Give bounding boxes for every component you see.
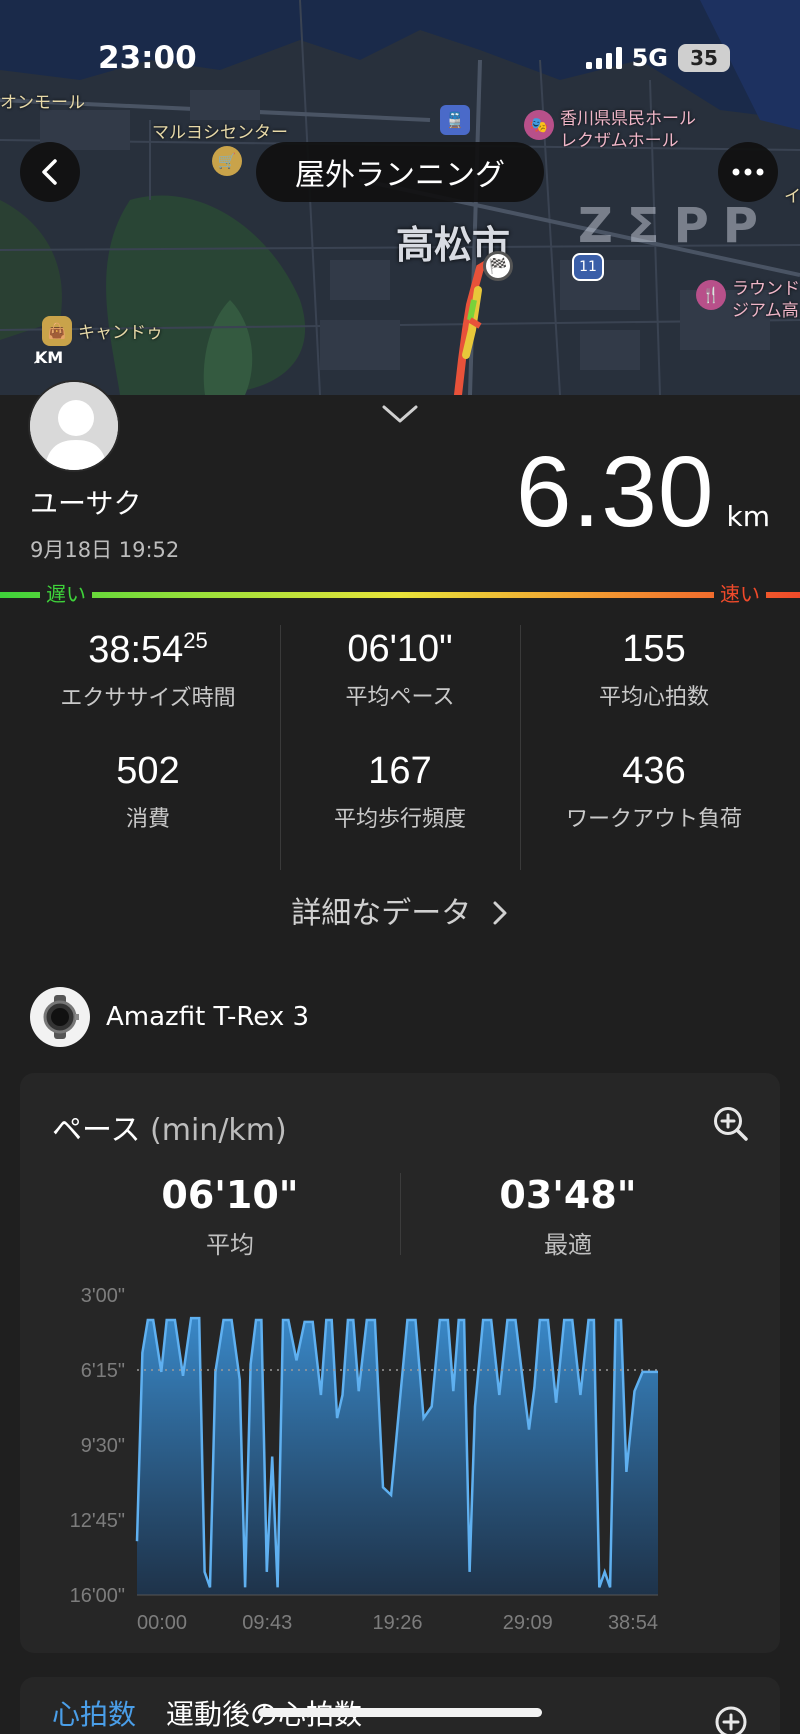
map-label-hall-2: レクザムホール xyxy=(560,131,679,151)
x-tick-label: 29:09 xyxy=(503,1612,553,1634)
cadence-label: 平均歩行頻度 xyxy=(333,807,466,832)
exercise-time-label: エクササイズ時間 xyxy=(60,686,236,711)
load-value: 436 xyxy=(622,750,686,792)
calories-value: 502 xyxy=(116,750,180,792)
finish-flag-icon: 🏁 xyxy=(483,251,513,281)
user-silhouette-icon xyxy=(30,382,118,470)
map-label-edge: イ xyxy=(784,187,800,207)
chevron-right-icon xyxy=(493,901,507,925)
pace-card: ペース (min/km) 06'10" 平均 03'48" 最適 3'00" 6'… xyxy=(20,1073,780,1653)
device-row[interactable]: Amazfit T-Rex 3 xyxy=(30,987,309,1047)
avg-hr-label: 平均心拍数 xyxy=(598,685,709,710)
y-tick-label: 16'00" xyxy=(70,1585,125,1607)
status-indicators: 5G 35 xyxy=(585,44,730,72)
cadence-value: 167 xyxy=(368,750,432,792)
x-tick-label: 09:43 xyxy=(242,1612,292,1634)
exercise-time-hundredths: 25 xyxy=(183,628,208,653)
device-name: Amazfit T-Rex 3 xyxy=(106,1002,310,1032)
heart-rate-card: 心拍数 運動後の心拍数 xyxy=(20,1677,780,1734)
workout-datetime: 9月18日 19:52 xyxy=(30,538,180,562)
back-button[interactable] xyxy=(20,142,80,202)
detailed-data-label: 詳細なデータ xyxy=(291,896,472,931)
km-marker-icon: K̸M xyxy=(34,347,64,367)
avg-pace-value: 06'10" xyxy=(347,628,453,670)
distance-display: 6.30 km xyxy=(516,442,770,542)
x-tick-label: 00:00 xyxy=(137,1612,187,1634)
route-number-badge: 11 xyxy=(572,253,604,281)
status-time: 23:00 xyxy=(98,40,197,76)
calories-label: 消費 xyxy=(125,807,170,832)
avg-hr-value: 155 xyxy=(622,628,686,670)
chevron-left-icon xyxy=(42,159,57,185)
stat-avg-heart-rate: 155 平均心拍数 xyxy=(524,628,784,711)
stat-exercise-time: 38:5425 エクササイズ時間 xyxy=(18,628,278,712)
train-station-icon: 🚆 xyxy=(440,105,470,135)
avatar[interactable] xyxy=(28,380,120,472)
zepp-watermark: ZΣPP xyxy=(578,198,772,254)
shopping-cart-icon: 🛒 xyxy=(212,146,242,176)
theater-icon: 🎭 xyxy=(524,110,554,140)
pace-fast-label: 速い xyxy=(714,582,766,606)
home-indicator[interactable] xyxy=(258,1708,542,1717)
avg-pace-label: 平均ペース xyxy=(345,685,455,710)
more-dots-icon xyxy=(732,168,764,176)
load-label: ワークアウト負荷 xyxy=(565,807,742,832)
pace-gradient-bar xyxy=(0,592,800,598)
x-tick-label: 19:26 xyxy=(372,1612,422,1634)
tab-heart-rate[interactable]: 心拍数 xyxy=(52,1693,136,1733)
activity-type-title: 屋外ランニング xyxy=(256,142,544,202)
stat-cadence: 167 平均歩行頻度 xyxy=(270,750,530,833)
y-tick-label: 9'30" xyxy=(81,1435,125,1457)
map-label-aeon: オンモール xyxy=(0,93,85,113)
x-tick-label: 38:54 xyxy=(608,1612,658,1634)
y-tick-label: 12'45" xyxy=(70,1510,125,1532)
add-circle-icon[interactable] xyxy=(714,1705,748,1734)
y-tick-label: 3'00" xyxy=(81,1285,125,1307)
stat-workout-load: 436 ワークアウト負荷 xyxy=(524,750,784,833)
map-label-maruyoshi: マルヨシセンター xyxy=(152,123,288,143)
distance-value: 6.30 xyxy=(515,436,715,548)
stat-calories: 502 消費 xyxy=(18,750,278,833)
pace-chart[interactable]: 3'00" 6'15" 9'30" 12'45" 16'00" 00:00 09:43 19… xyxy=(20,1073,780,1653)
user-name: ユーサク xyxy=(30,487,142,520)
more-options-button[interactable] xyxy=(718,142,778,202)
collapse-chevron-icon[interactable] xyxy=(380,403,420,425)
cellular-signal-icon xyxy=(585,47,622,69)
map-label-candou: キャンドゥ xyxy=(78,323,163,343)
watch-icon xyxy=(30,987,90,1047)
map-label-round1-2: ジアム高 xyxy=(732,301,799,321)
restaurant-icon: 🍴 xyxy=(696,280,726,310)
detailed-data-link[interactable]: 詳細なデータ xyxy=(0,888,800,932)
distance-unit: km xyxy=(726,500,771,533)
pace-area-series xyxy=(137,1318,658,1595)
exercise-time-value: 38:54 xyxy=(88,629,184,671)
pace-slow-label: 遅い xyxy=(40,582,92,606)
network-type: 5G xyxy=(631,44,668,72)
stat-avg-pace: 06'10" 平均ペース xyxy=(270,628,530,711)
battery-icon: 35 xyxy=(678,44,730,72)
y-tick-label: 6'15" xyxy=(81,1360,125,1382)
